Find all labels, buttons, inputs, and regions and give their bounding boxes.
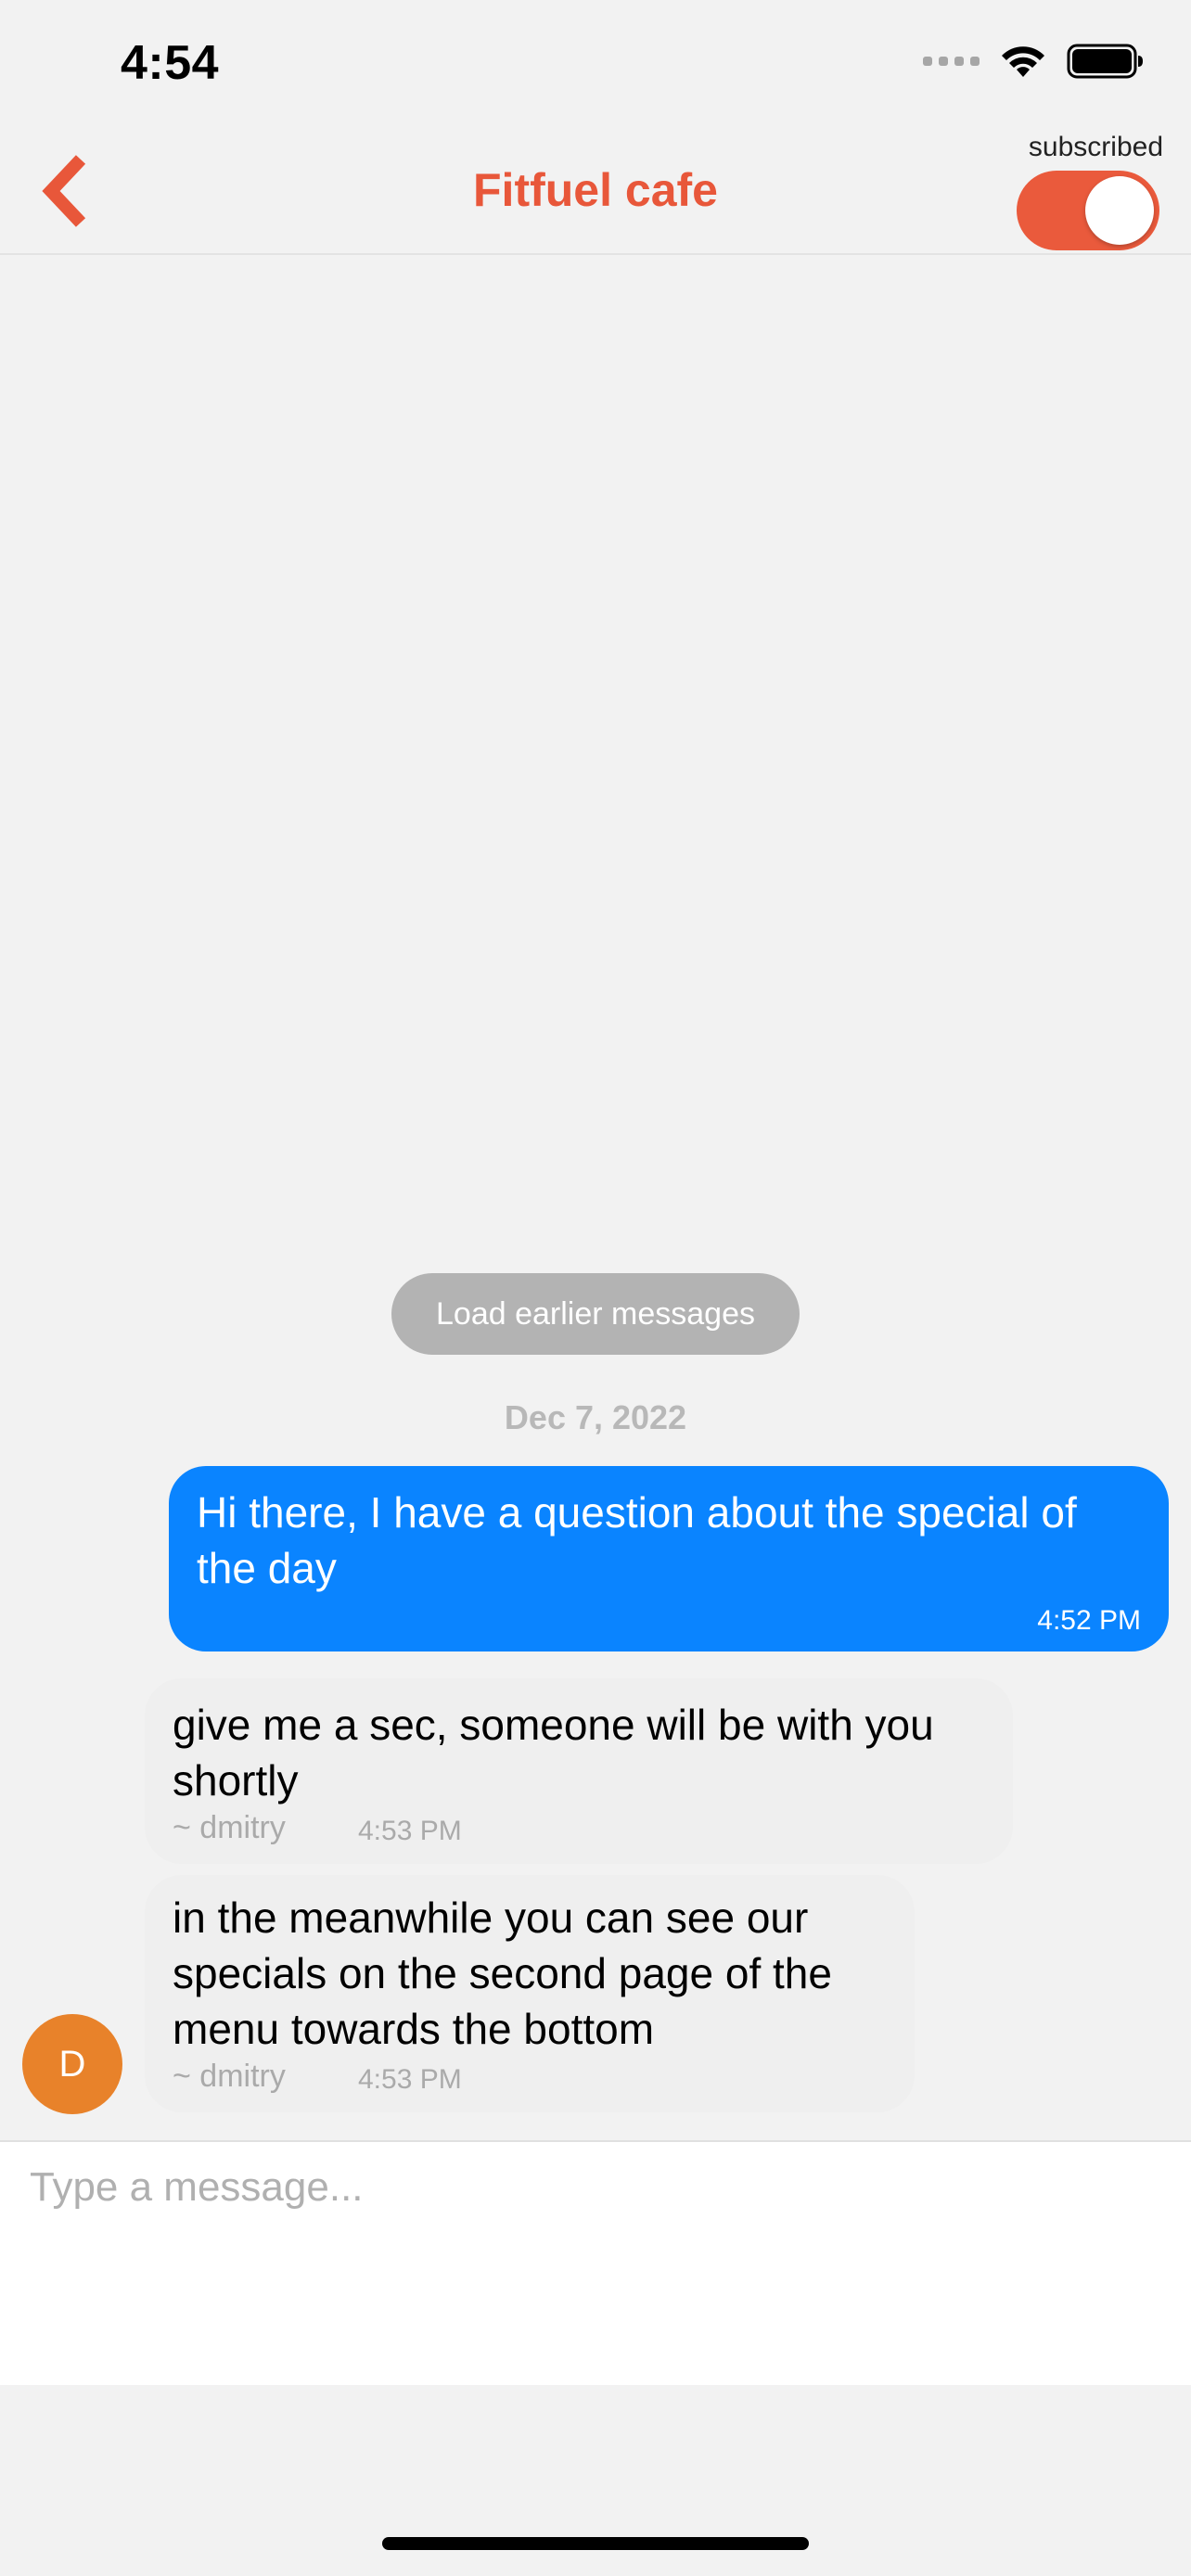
message-time: 4:53 PM bbox=[358, 2064, 462, 2095]
wifi-icon bbox=[1002, 46, 1044, 77]
message-time: 4:53 PM bbox=[358, 1816, 462, 1846]
message-author: ~ dmitry bbox=[173, 1810, 286, 1845]
home-indicator[interactable] bbox=[382, 2537, 809, 2550]
subscribed-toggle[interactable] bbox=[1017, 171, 1159, 250]
toggle-knob bbox=[1085, 176, 1154, 245]
header-divider bbox=[0, 253, 1191, 255]
message-composer bbox=[0, 2140, 1191, 2385]
load-earlier-button[interactable]: Load earlier messages bbox=[391, 1273, 800, 1355]
status-time: 4:54 bbox=[121, 36, 220, 90]
battery-icon bbox=[1067, 44, 1143, 79]
date-separator: Dec 7, 2022 bbox=[504, 1398, 687, 1436]
signal-dots-icon bbox=[923, 57, 980, 66]
message-text: give me a sec, someone will be with you … bbox=[173, 1701, 934, 1804]
message-time: 4:52 PM bbox=[1037, 1605, 1141, 1636]
status-icons bbox=[923, 43, 1145, 80]
message-text: in the meanwhile you can see our special… bbox=[173, 1894, 832, 2053]
message-input[interactable] bbox=[28, 2162, 1163, 2352]
chat-title: Fitfuel cafe bbox=[473, 164, 718, 216]
message-text: Hi there, I have a question about the sp… bbox=[197, 1488, 1077, 1592]
avatar[interactable]: D bbox=[22, 2014, 122, 2114]
incoming-message: in the meanwhile you can see our special… bbox=[145, 1875, 915, 2112]
message-author: ~ dmitry bbox=[173, 2059, 286, 2094]
incoming-message: give me a sec, someone will be with you … bbox=[145, 1678, 1013, 1864]
outgoing-message: Hi there, I have a question about the sp… bbox=[169, 1466, 1169, 1651]
subscribed-label: subscribed bbox=[1028, 132, 1163, 162]
